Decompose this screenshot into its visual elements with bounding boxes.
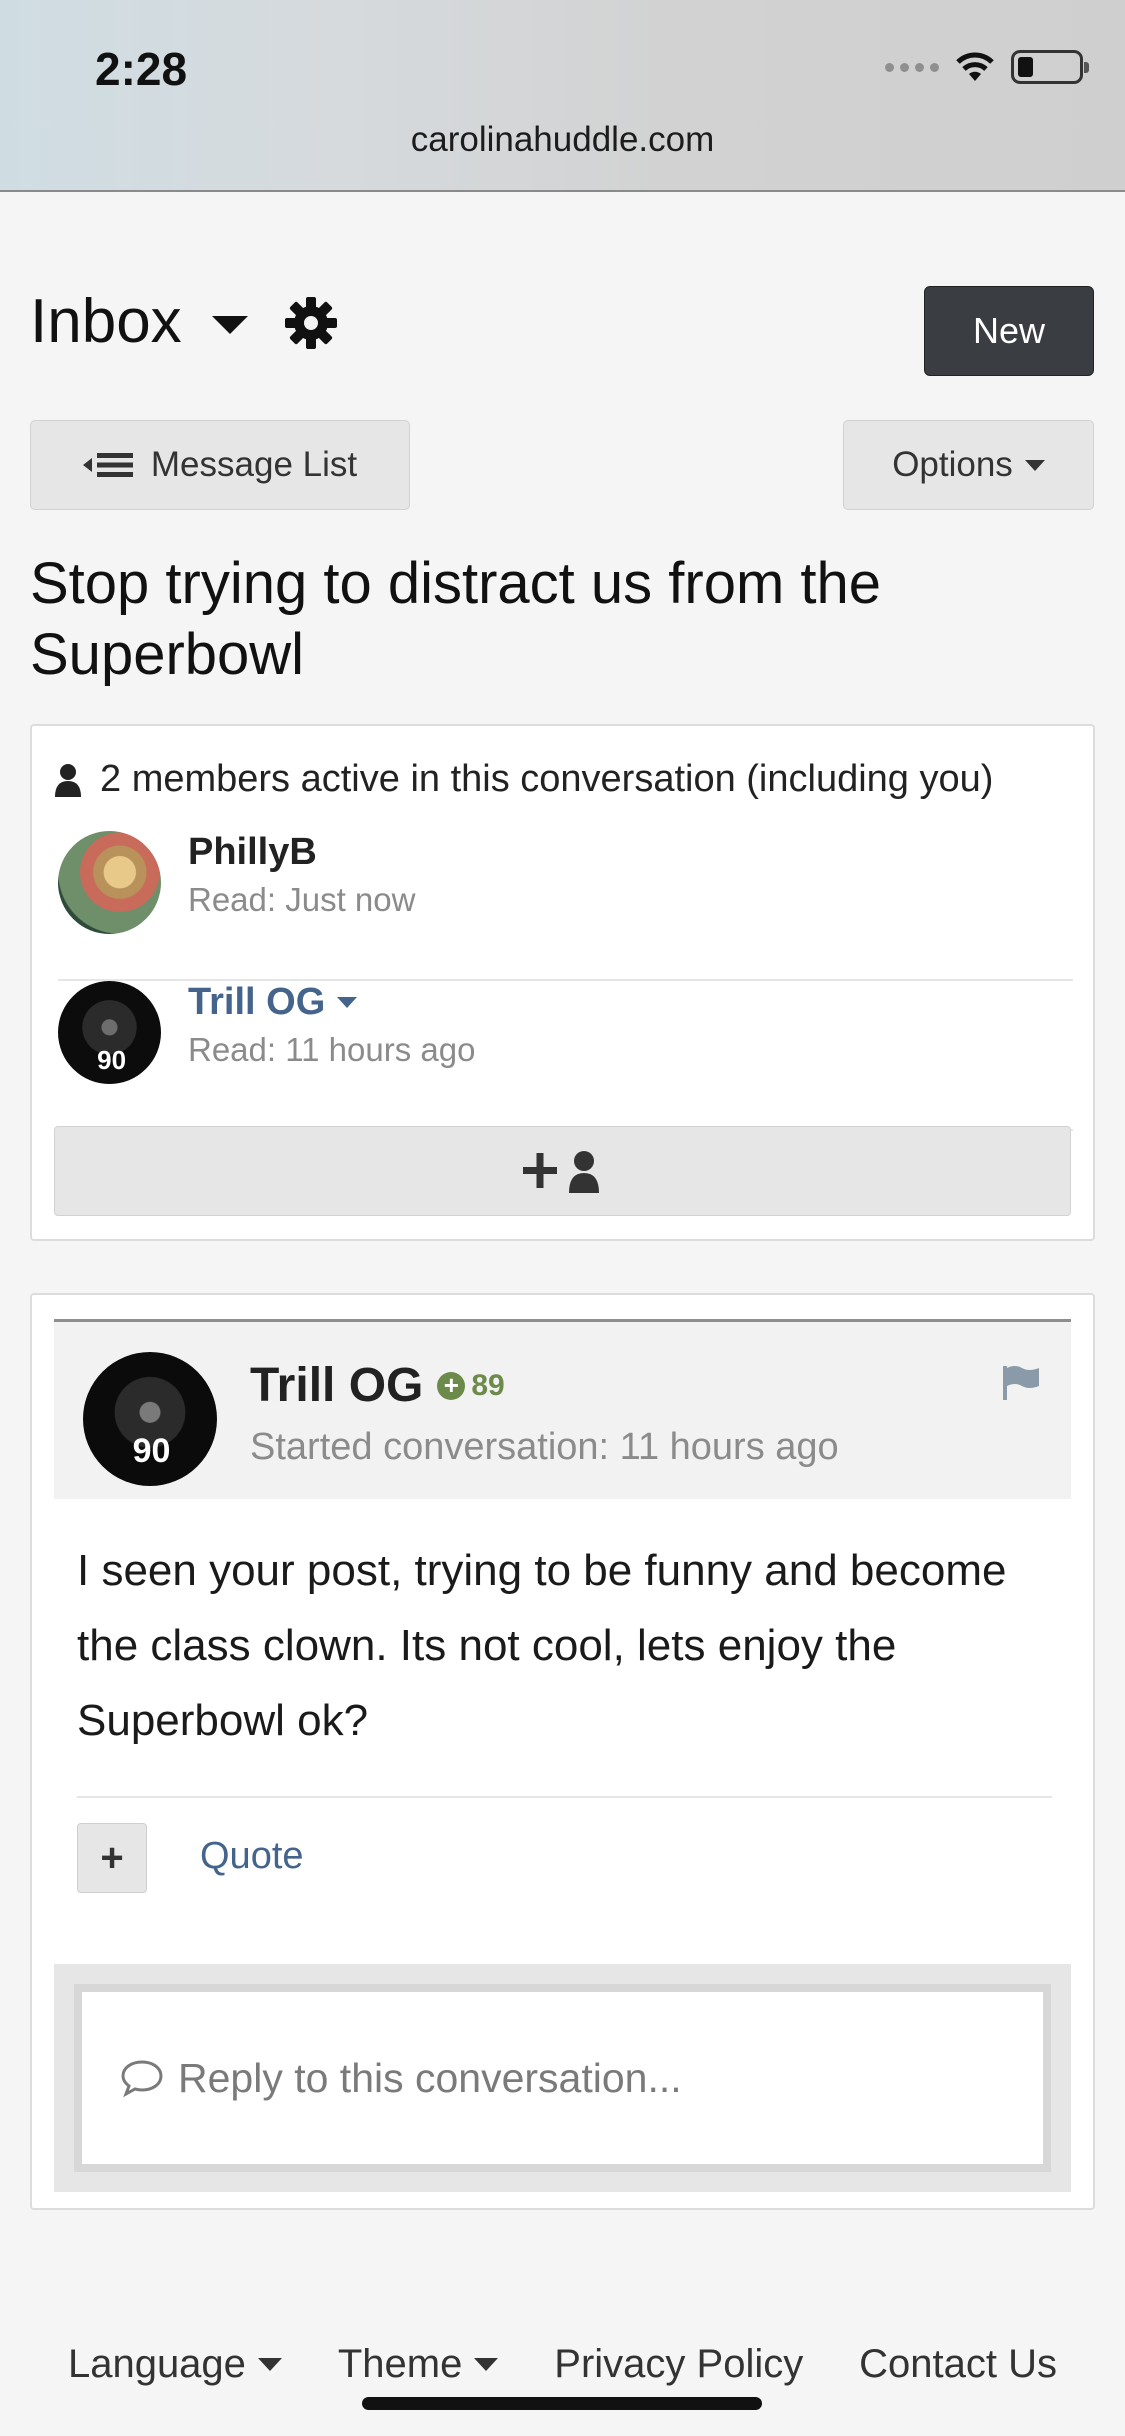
reputation-badge: + 89 (437, 1368, 505, 1403)
chevron-down-icon (257, 2358, 282, 2371)
avatar[interactable]: 90 (58, 981, 161, 1084)
avatar-jersey-number: 90 (132, 1432, 171, 1471)
reply-input[interactable]: Reply to this conversation... (74, 1984, 1051, 2172)
add-participant-button[interactable] (54, 1126, 1071, 1216)
list-back-icon (82, 453, 133, 477)
reputation-value: 89 (471, 1368, 505, 1402)
battery-icon (1011, 50, 1089, 84)
status-icons (885, 50, 1089, 84)
chevron-down-icon (474, 2358, 499, 2371)
message-header: 90 Trill OG + 89 Started conversation: 1… (54, 1319, 1071, 1499)
person-icon (55, 763, 81, 797)
message-list-label: Message List (150, 445, 358, 484)
new-message-button[interactable]: New (924, 286, 1094, 376)
participants-panel: 2 members active in this conversation (i… (30, 724, 1095, 1241)
language-label: Language (67, 2342, 246, 2386)
message-author[interactable]: Trill OG + 89 (250, 1358, 505, 1413)
gear-icon[interactable] (283, 295, 339, 351)
status-time: 2:28 (95, 43, 188, 95)
avatar-jersey-number: 90 (97, 1044, 127, 1075)
wifi-icon (956, 52, 994, 81)
footer-links: Language Theme Privacy Policy Contact Us (0, 2342, 1125, 2387)
participant-name-text: Trill OG (188, 981, 326, 1023)
participant-name-dropdown[interactable]: Trill OG (188, 981, 358, 1024)
message-author-name: Trill OG (250, 1359, 424, 1412)
conversation-title: Stop trying to distract us from the Supe… (30, 551, 882, 687)
inbox-label: Inbox (30, 287, 182, 356)
reply-area: Reply to this conversation... (54, 1964, 1071, 2192)
options-label: Options (892, 445, 1013, 484)
divider (77, 1796, 1052, 1798)
participant-name-text: PhillyB (188, 831, 317, 873)
contact-us-link[interactable]: Contact Us (859, 2342, 1057, 2387)
browser-top-bar: 2:28 carolinahuddle.com (0, 0, 1125, 192)
chevron-down-icon (337, 997, 358, 1008)
inbox-dropdown[interactable]: Inbox (30, 286, 248, 357)
theme-selector[interactable]: Theme (338, 2342, 499, 2387)
comment-icon (121, 2060, 163, 2098)
avatar[interactable]: 90 (83, 1352, 217, 1486)
options-button[interactable]: Options (843, 420, 1094, 510)
message-body: I seen your post, trying to be funny and… (77, 1546, 1007, 1745)
message-panel: 90 Trill OG + 89 Started conversation: 1… (30, 1293, 1095, 2210)
theme-label: Theme (337, 2342, 463, 2386)
participants-summary: 2 members active in this conversation (i… (54, 758, 993, 801)
message-list-button[interactable]: Message List (30, 420, 410, 510)
avatar[interactable] (58, 831, 161, 934)
add-person-icon (522, 1151, 599, 1193)
plus-circle-icon: + (437, 1371, 466, 1400)
language-selector[interactable]: Language (68, 2342, 282, 2387)
flag-icon[interactable] (1001, 1362, 1041, 1402)
message-started: Started conversation: 11 hours ago (250, 1426, 839, 1468)
privacy-policy-link[interactable]: Privacy Policy (554, 2342, 803, 2387)
chevron-down-icon (1024, 459, 1045, 471)
url-bar[interactable]: carolinahuddle.com (0, 120, 1125, 160)
participant-read-status: Read: Just now (188, 881, 416, 918)
participant-row: 90 Trill OG Read: 11 hours ago (58, 981, 1073, 1131)
home-indicator[interactable] (362, 2397, 762, 2410)
add-reaction-button[interactable]: + (77, 1823, 147, 1893)
reply-placeholder: Reply to this conversation... (178, 2054, 682, 2101)
participants-summary-text: 2 members active in this conversation (i… (100, 758, 994, 800)
participant-name[interactable]: PhillyB (188, 831, 317, 874)
participant-row: PhillyB Read: Just now (58, 831, 1073, 981)
chevron-down-icon (211, 315, 248, 334)
participant-read-status: Read: 11 hours ago (188, 1031, 476, 1068)
quote-link[interactable]: Quote (200, 1835, 304, 1878)
signal-icon (885, 62, 939, 72)
